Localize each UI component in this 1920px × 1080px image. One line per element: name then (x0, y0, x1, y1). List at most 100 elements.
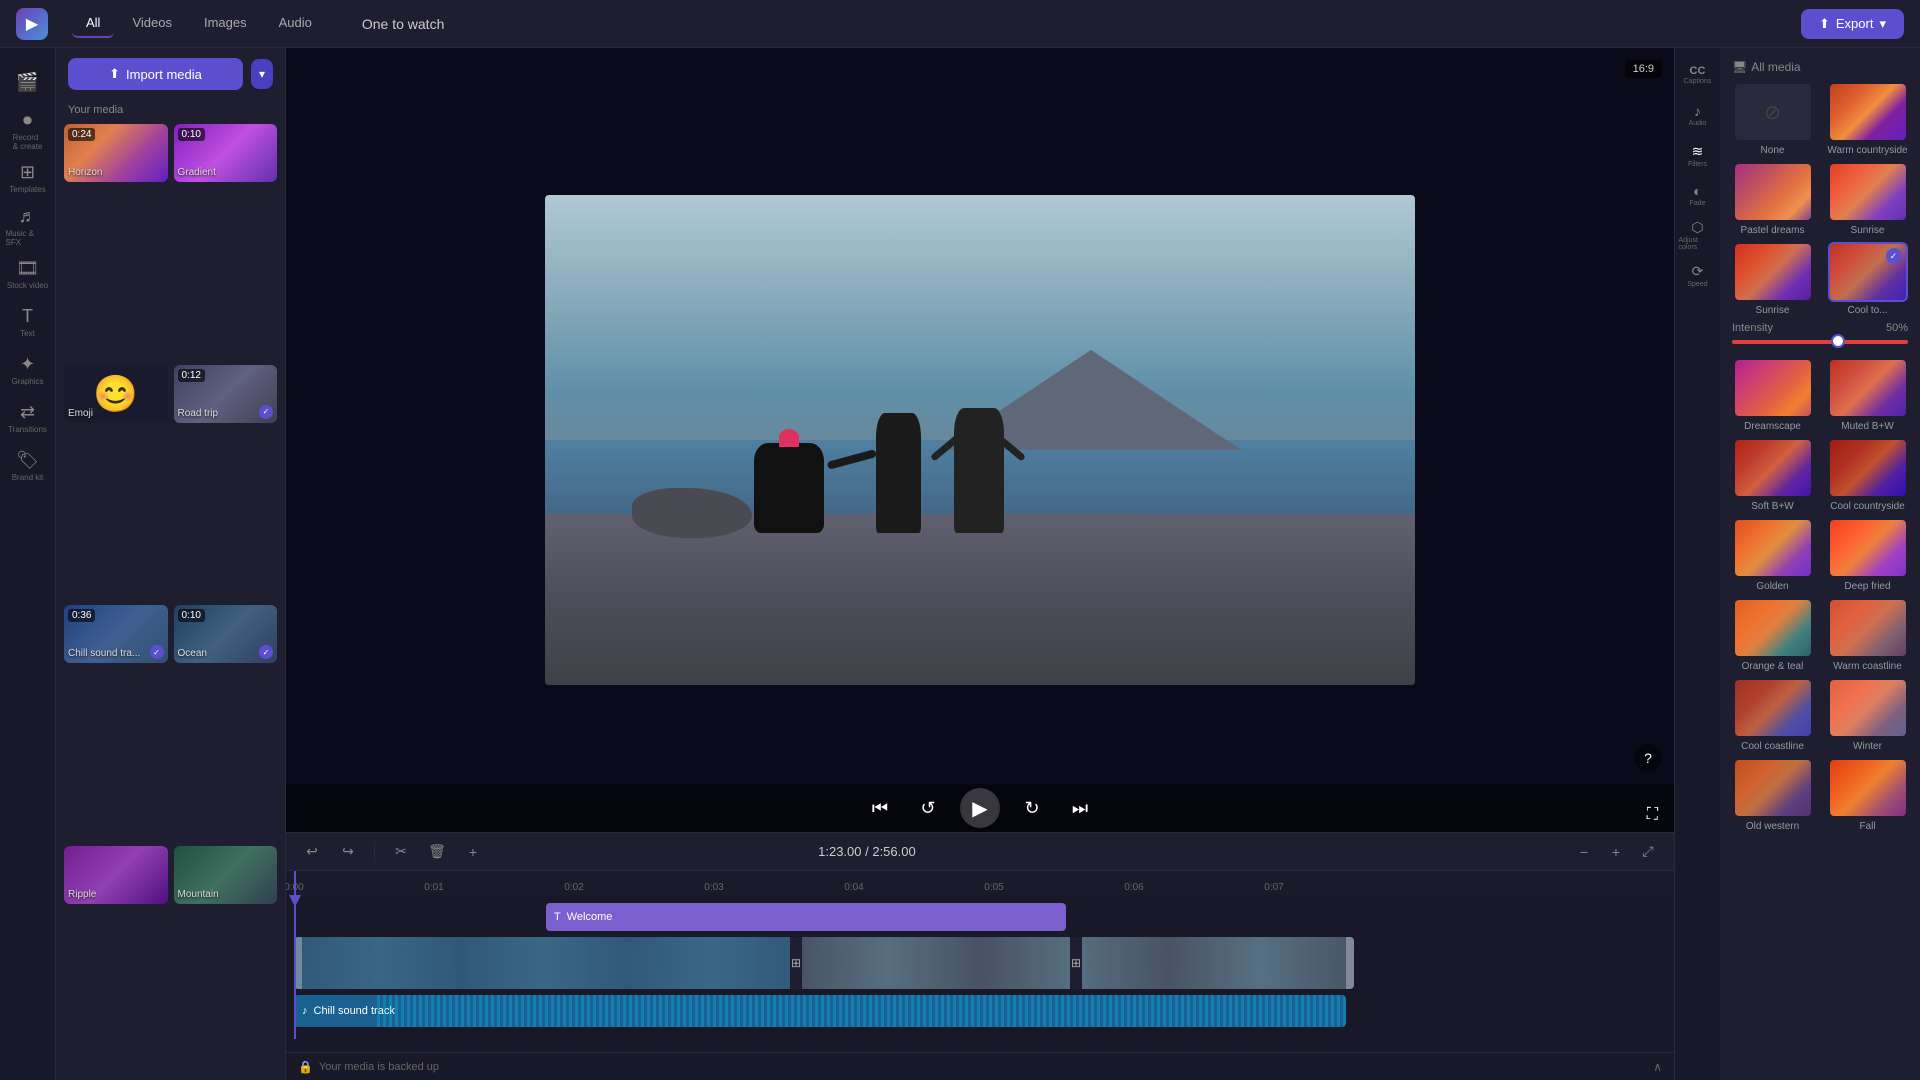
zoom-out-button[interactable]: − (1570, 838, 1598, 866)
cut-button[interactable]: ✂ (387, 838, 415, 866)
zoom-fit-button[interactable]: ⤢ (1634, 838, 1662, 866)
sidebar-item-brand[interactable]: 🏷 Brand kit (6, 444, 50, 488)
tab-videos[interactable]: Videos (118, 9, 186, 38)
adjust-colors-button[interactable]: ⬡ Adjust colors (1679, 216, 1717, 254)
transition-marker-1[interactable]: ⊞ (790, 937, 802, 989)
sidebar-item-record[interactable]: ⏺ Record& create (6, 108, 50, 152)
sidebar-item-transitions[interactable]: ⇄ Transitions (6, 396, 50, 440)
filter-thumb-sunrise-2 (1733, 242, 1813, 302)
filter-none[interactable]: ⊘ None (1728, 82, 1817, 156)
title-clip[interactable]: T Welcome (546, 903, 1066, 931)
sidebar-item-stock[interactable]: 🎞 Stock video (6, 252, 50, 296)
tab-audio[interactable]: Audio (265, 9, 326, 38)
media-item-chill[interactable]: 0:36 Chill sound tra... ✓ (64, 605, 168, 663)
intensity-slider[interactable] (1732, 340, 1908, 344)
skip-back-button[interactable]: ⏮ (864, 792, 896, 824)
filter-sunrise-2[interactable]: Sunrise (1728, 242, 1817, 316)
filter-soft-bw[interactable]: Soft B+W (1728, 438, 1817, 512)
filter-label-old-western: Old western (1746, 821, 1799, 832)
media-icon: 🎬 (16, 72, 38, 93)
filter-thumb-soft-bw (1733, 438, 1813, 498)
media-item-ripple[interactable]: Ripple (64, 846, 168, 904)
audio-panel-button[interactable]: ♪ Audio (1679, 96, 1717, 134)
sidebar-item-text[interactable]: T Text (6, 300, 50, 344)
transition-marker-2[interactable]: ⊞ (1070, 937, 1082, 989)
filter-thumb-sunrise-1 (1828, 162, 1908, 222)
video-track-handle-left[interactable] (294, 937, 302, 989)
captions-button[interactable]: CC Captions (1679, 56, 1717, 94)
filter-cool-to[interactable]: ✓ Cool to... (1823, 242, 1912, 316)
filter-cool-coastline[interactable]: Cool coastline (1728, 678, 1817, 752)
tab-images[interactable]: Images (190, 9, 261, 38)
media-panel-header: ⬆ Import media ▾ (56, 48, 285, 100)
skip-forward-button[interactable]: ⏭ (1064, 792, 1096, 824)
filter-fall[interactable]: Fall (1823, 758, 1912, 832)
video-track-handle-right[interactable] (1346, 937, 1354, 989)
preview-frame (545, 195, 1415, 685)
import-media-button[interactable]: ⬆ Import media (68, 58, 243, 90)
filter-dreamscape[interactable]: Dreamscape (1728, 358, 1817, 432)
filter-old-western[interactable]: Old western (1728, 758, 1817, 832)
sidebar-item-music[interactable]: ♬ Music & SFX (6, 204, 50, 248)
sidebar-item-media[interactable]: 🎬 (6, 60, 50, 104)
media-item-emoji[interactable]: 😊 Emoji (64, 365, 168, 423)
media-item-ocean[interactable]: 0:10 Ocean ✓ (174, 605, 278, 663)
filter-warm-coastline[interactable]: Warm coastline (1823, 598, 1912, 672)
video-track[interactable]: ⊞ ⊞ (294, 937, 1354, 989)
filter-muted-bw[interactable]: Muted B+W (1823, 358, 1912, 432)
app-logo[interactable]: ▶ (16, 8, 48, 40)
filter-deep-fried[interactable]: Deep fried (1823, 518, 1912, 592)
timeline-tracks: T Welcome ⊞ (286, 895, 1674, 1052)
tab-all[interactable]: All (72, 9, 114, 38)
filter-warm-countryside[interactable]: Warm countryside (1823, 82, 1912, 156)
zoom-in-button[interactable]: + (1602, 838, 1630, 866)
filter-winter[interactable]: Winter (1823, 678, 1912, 752)
media-item-gradient[interactable]: 0:10 Gradient (174, 124, 278, 182)
audio-icon: ♪ (302, 1005, 308, 1017)
filter-pastel-dreams[interactable]: Pastel dreams (1728, 162, 1817, 236)
transitions-icon: ⇄ (20, 402, 35, 423)
filter-label-warm-coastline: Warm coastline (1833, 661, 1902, 672)
all-media-button[interactable]: 🖥 All media (1732, 60, 1801, 74)
media-panel: ⬆ Import media ▾ Your media 0:24 Horizon… (56, 48, 286, 1080)
fade-button[interactable]: ◐ Fade (1679, 176, 1717, 214)
rewind-button[interactable]: ↺ (912, 792, 944, 824)
add-button[interactable]: + (459, 838, 487, 866)
backup-dismiss-button[interactable]: ∧ (1653, 1060, 1662, 1074)
filter-label-golden: Golden (1756, 581, 1788, 592)
filters-button[interactable]: ≋ Filters (1679, 136, 1717, 174)
sidebar-item-templates[interactable]: ⊞ Templates (6, 156, 50, 200)
media-item-road-trip[interactable]: 0:12 Road trip ✓ (174, 365, 278, 423)
media-item-mountain[interactable]: Mountain (174, 846, 278, 904)
import-dropdown-button[interactable]: ▾ (251, 59, 273, 89)
filter-thumb-winter (1828, 678, 1908, 738)
audio-track[interactable]: ♪ Chill sound track (294, 995, 1346, 1027)
fullscreen-button[interactable]: ⛶ (1647, 806, 1658, 824)
media-item-horizon[interactable]: 0:24 Horizon (64, 124, 168, 182)
brand-icon: 🏷 (16, 450, 39, 471)
help-button[interactable]: ? (1634, 744, 1662, 772)
export-button[interactable]: ⬆ Export ▾ (1801, 9, 1904, 39)
track-container: T Welcome ⊞ (286, 899, 1386, 1039)
play-button[interactable]: ▶ (960, 788, 1000, 828)
topbar-right: ⬆ Export ▾ (1801, 9, 1904, 39)
filter-orange-teal[interactable]: Orange & teal (1728, 598, 1817, 672)
needle-top (289, 895, 301, 907)
redo-button[interactable]: ↪ (334, 838, 362, 866)
speed-button[interactable]: ⟳ Speed (1679, 256, 1717, 294)
main-layout: 🎬 ⏺ Record& create ⊞ Templates ♬ Music &… (0, 48, 1920, 1080)
undo-button[interactable]: ↩ (298, 838, 326, 866)
filter-golden[interactable]: Golden (1728, 518, 1817, 592)
delete-button[interactable]: 🗑 (423, 838, 451, 866)
backup-icon: 🔒 (298, 1060, 313, 1074)
filter-cool-countryside[interactable]: Cool countryside (1823, 438, 1912, 512)
filter-sunrise-1[interactable]: Sunrise (1823, 162, 1912, 236)
timeline: ↩ ↪ ✂ 🗑 + 1:23.00 / 2:56.00 − + ⤢ 0:00 (286, 832, 1674, 1052)
intensity-thumb[interactable] (1831, 334, 1845, 348)
sidebar-item-graphics[interactable]: ✦ Graphics (6, 348, 50, 392)
ruler-mark-5: 0:05 (994, 871, 1013, 895)
topbar-tabs: All Videos Images Audio (72, 9, 326, 38)
intensity-header: Intensity 50% (1732, 322, 1908, 334)
timeline-toolbar: ↩ ↪ ✂ 🗑 + 1:23.00 / 2:56.00 − + ⤢ (286, 833, 1674, 871)
fast-forward-button[interactable]: ↻ (1016, 792, 1048, 824)
